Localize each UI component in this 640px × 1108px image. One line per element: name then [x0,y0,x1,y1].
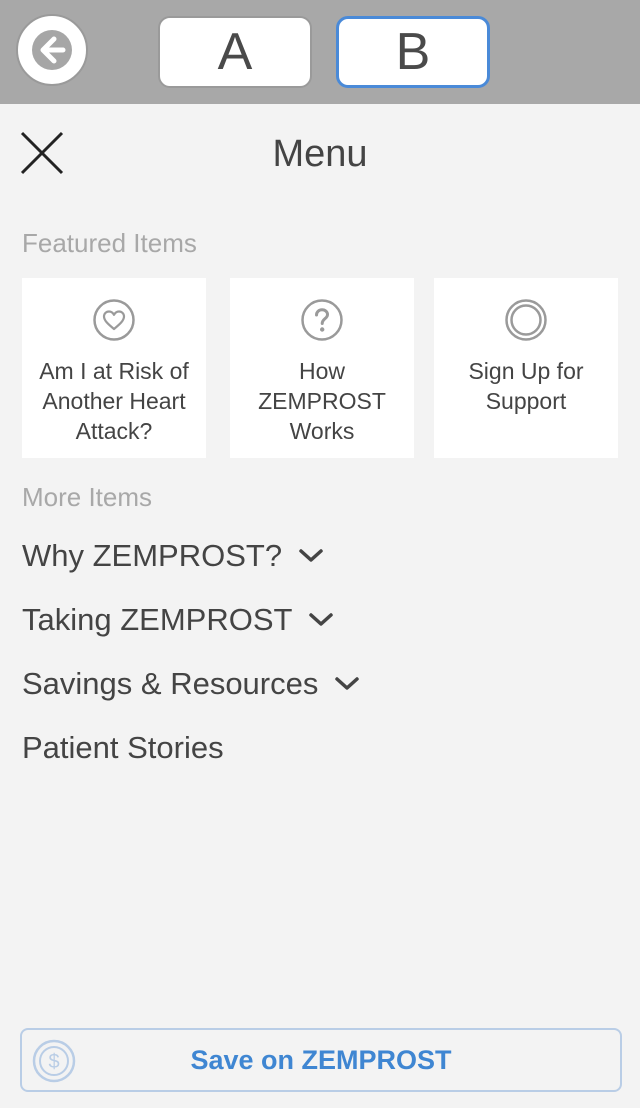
menu-item-why-zemprost[interactable]: Why ZEMPROST? [22,534,324,578]
arrow-left-icon [32,30,72,70]
more-items-label: More Items [22,482,153,512]
menu-item-taking-zemprost[interactable]: Taking ZEMPROST [22,598,334,642]
question-icon [301,299,343,341]
featured-item-label: Am I at Risk of Another Heart Attack? [39,358,189,444]
page-title: Menu [272,133,368,175]
variant-b-button[interactable]: B [336,16,490,88]
menu-item-patient-stories[interactable]: Patient Stories [22,726,224,770]
menu-item-label: Taking ZEMPROST [22,602,293,637]
chevron-down-icon [299,549,323,562]
featured-item-how-it-works[interactable]: How ZEMPROST Works [230,278,414,458]
top-bar: A B [0,0,640,104]
menu-item-label: Patient Stories [22,730,224,765]
featured-items-label: Featured Items [22,228,197,258]
menu-item-label: Why ZEMPROST? [22,538,283,573]
menu-item-label: Savings & Resources [22,666,319,701]
featured-item-label: Sign Up for Support [468,358,584,414]
back-button[interactable] [16,14,88,86]
heart-icon [93,299,135,341]
featured-item-label: How ZEMPROST Works [258,358,386,444]
ring-icon [505,299,547,341]
save-button[interactable]: $ Save on ZEMPROST [20,1028,622,1092]
chevron-down-icon [335,677,360,690]
chevron-down-icon [309,613,334,626]
featured-item-support[interactable]: Sign Up for Support [434,278,618,458]
variant-a-button[interactable]: A [158,16,312,88]
save-button-label: Save on ZEMPROST [190,1044,452,1075]
featured-item-risk[interactable]: Am I at Risk of Another Heart Attack? [22,278,206,458]
menu-item-savings-resources[interactable]: Savings & Resources [22,662,360,706]
